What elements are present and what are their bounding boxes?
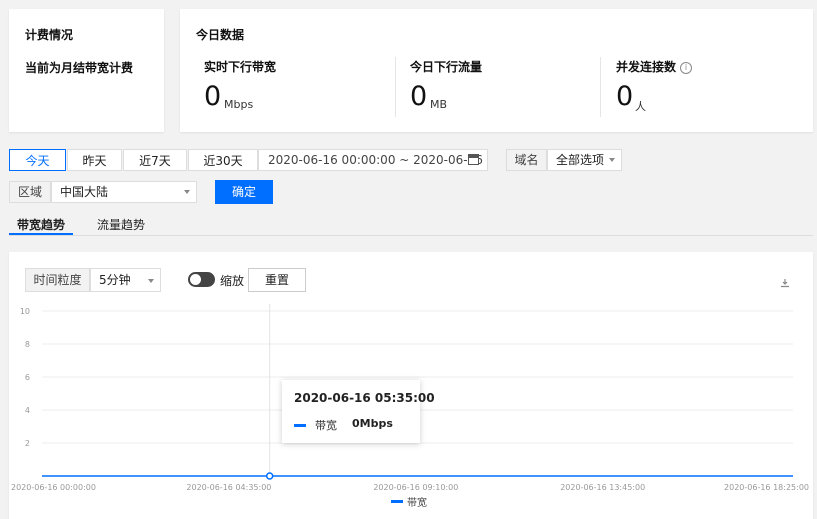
- zoom-toggle[interactable]: [188, 272, 215, 287]
- billing-description: 当前为月结带宽计费: [25, 61, 134, 75]
- tabs-divider: [9, 235, 813, 236]
- divider: [395, 57, 396, 117]
- tooltip-time: 2020-06-16 05:35:00: [294, 391, 435, 405]
- granularity-value: 5分钟: [99, 273, 131, 287]
- domain-select-value: 全部选项: [556, 153, 605, 167]
- today-data-card: 今日数据 实时下行带宽 0 Mbps 今日下行流量 0 MB 并发连接数 i 0 …: [180, 9, 813, 132]
- metric-realtime-bandwidth: 实时下行带宽 0 Mbps: [204, 49, 384, 119]
- x-tick-label: 2020-06-16 00:00:00: [11, 483, 96, 492]
- x-tick-label: 2020-06-16 04:35:00: [186, 483, 271, 492]
- x-tick-label: 2020-06-16 18:25:00: [724, 483, 809, 492]
- date-range-picker[interactable]: 2020-06-16 00:00:00 ~ 2020-06-16 18:: [258, 149, 488, 171]
- y-tick-label: 6: [25, 373, 30, 382]
- metric-concurrent-connections: 并发连接数 i 0 人: [616, 49, 796, 119]
- billing-title: 计费情况: [25, 28, 74, 42]
- billing-card: 计费情况 当前为月结带宽计费: [9, 9, 164, 132]
- download-icon[interactable]: [780, 278, 790, 288]
- divider: [600, 57, 601, 117]
- metric-label: 实时下行带宽: [204, 60, 277, 74]
- chart-legend[interactable]: 带宽: [391, 494, 427, 509]
- x-tick-label: 2020-06-16 09:10:00: [373, 483, 458, 492]
- legend-swatch: [391, 500, 403, 503]
- tooltip-series-swatch: [294, 424, 306, 427]
- metric-label: 并发连接数: [616, 60, 677, 74]
- granularity-label: 时间粒度: [25, 268, 90, 292]
- toggle-knob: [190, 274, 201, 285]
- y-tick-label: 8: [25, 340, 30, 349]
- chart-tooltip: 2020-06-16 05:35:00 带宽 0Mbps: [282, 380, 435, 443]
- y-tick-label: 4: [25, 406, 30, 415]
- date-tab-30days[interactable]: 近30天: [188, 149, 258, 171]
- domain-select[interactable]: 全部选项: [547, 149, 622, 171]
- info-icon[interactable]: i: [680, 62, 693, 74]
- tooltip-value: 0Mbps: [352, 417, 393, 430]
- tooltip-series-name: 带宽: [315, 419, 337, 432]
- granularity-select[interactable]: 5分钟: [90, 268, 161, 292]
- region-select-value: 中国大陆: [60, 185, 109, 199]
- metric-unit: MB: [430, 98, 448, 111]
- tab-traffic-trend[interactable]: 流量趋势: [97, 216, 145, 233]
- tab-bandwidth-trend[interactable]: 带宽趋势: [17, 216, 65, 233]
- metric-unit: Mbps: [224, 98, 254, 111]
- highlight-point: [265, 472, 274, 480]
- reset-button[interactable]: 重置: [248, 268, 306, 292]
- y-tick-label: 10: [20, 307, 30, 316]
- calendar-icon[interactable]: [468, 154, 479, 165]
- region-select[interactable]: 中国大陆: [51, 181, 197, 203]
- domain-label: 域名: [506, 149, 547, 171]
- legend-label: 带宽: [407, 498, 427, 509]
- date-tab-today[interactable]: 今天: [9, 149, 66, 171]
- metric-value: 0: [616, 81, 634, 112]
- x-tick-label: 2020-06-16 13:45:00: [560, 483, 645, 492]
- zoom-label: 缩放: [220, 274, 245, 288]
- metric-unit: 人: [635, 100, 646, 113]
- today-title: 今日数据: [196, 28, 245, 42]
- metric-value: 0: [204, 81, 222, 112]
- confirm-button[interactable]: 确定: [215, 180, 273, 204]
- date-range-text: 2020-06-16 00:00:00 ~ 2020-06-16 18:: [268, 153, 488, 167]
- metric-value: 0: [410, 81, 428, 112]
- chart-card: 时间粒度 5分钟 缩放 重置 2 4 6 8 10 2020-06-16 00:00:00…: [9, 252, 813, 519]
- date-tab-yesterday[interactable]: 昨天: [67, 149, 122, 171]
- region-label: 区域: [9, 181, 51, 203]
- date-tab-7days[interactable]: 近7天: [123, 149, 187, 171]
- chevron-down-icon: [148, 279, 154, 283]
- y-tick-label: 2: [25, 439, 30, 448]
- metric-label-wrap: 并发连接数 i: [616, 58, 693, 75]
- metric-label: 今日下行流量: [410, 60, 483, 74]
- chevron-down-icon: [609, 158, 615, 162]
- metric-today-traffic: 今日下行流量 0 MB: [410, 49, 590, 119]
- chevron-down-icon: [184, 190, 190, 194]
